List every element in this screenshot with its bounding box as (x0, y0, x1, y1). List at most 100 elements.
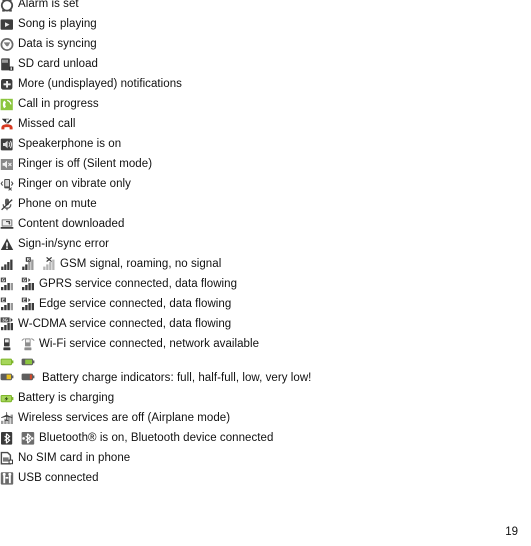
legend-row: Missed call (0, 114, 531, 134)
legend-label: Battery is charging (18, 391, 115, 404)
vibrate-icon (0, 177, 14, 192)
icon-group: R (0, 256, 60, 272)
legend-row: Data is syncing (0, 34, 531, 54)
legend-label: Alarm is set (18, 0, 79, 10)
missed-call-icon (0, 117, 14, 132)
icon-group (0, 471, 18, 486)
legend-row: Alarm is set (0, 0, 531, 14)
legend-label: More (undisplayed) notifications (18, 77, 182, 90)
legend-label: Battery charge indicators: full, half-fu… (42, 372, 312, 384)
status-icon-legend-list: Alarm is set Song is playing Data is syn… (0, 0, 531, 488)
legend-row: R GSM signal, roaming, no signal (0, 254, 531, 274)
battery-charging-icon (0, 391, 14, 406)
legend-label: Call in progress (18, 97, 99, 110)
legend-row: 3G W-CDMA service connected, data flowin… (0, 314, 531, 334)
legend-row: Content downloaded (0, 214, 531, 234)
legend-label: Data is syncing (18, 37, 97, 50)
legend-label: Speakerphone is on (18, 137, 122, 150)
svg-text:E: E (2, 297, 5, 302)
svg-text:E: E (23, 297, 26, 302)
icon-group: G G (0, 277, 39, 292)
gsm-signal-full-icon (0, 257, 14, 272)
icon-group (0, 354, 42, 384)
svg-text:3G: 3G (2, 317, 8, 322)
sign-in-error-icon (0, 237, 14, 252)
legend-label: Missed call (18, 117, 76, 130)
icon-group (0, 411, 18, 426)
icon-group (0, 37, 18, 52)
call-in-progress-icon (0, 97, 14, 112)
icon-group (0, 391, 18, 406)
legend-row: Speakerphone is on (0, 134, 531, 154)
legend-label: Wi-Fi service connected, network availab… (39, 337, 260, 350)
wifi-available-icon (21, 337, 35, 352)
legend-row: Bluetooth® is on, Bluetooth device conne… (0, 428, 531, 448)
wifi-connected-icon (0, 337, 14, 352)
icon-group (0, 337, 39, 352)
data-sync-icon (0, 37, 14, 52)
legend-label: USB connected (18, 471, 99, 484)
ringer-off-icon (0, 157, 14, 172)
edge-connected-icon: E (0, 297, 14, 312)
icon-group (0, 77, 18, 92)
document-page: Alarm is set Song is playing Data is syn… (0, 0, 531, 546)
bluetooth-connected-icon (21, 431, 35, 446)
mute-icon (0, 197, 14, 212)
edge-data-flowing-icon: E (21, 297, 35, 312)
legend-label: No SIM card in phone (18, 451, 131, 464)
legend-row: No SIM card in phone (0, 448, 531, 468)
icon-group (0, 197, 18, 212)
legend-row: G G GPRS service connected, data flowing (0, 274, 531, 294)
legend-label: Edge service connected, data flowing (39, 297, 232, 310)
speakerphone-icon (0, 137, 14, 152)
icon-group (0, 217, 18, 232)
legend-row: Wi-Fi service connected, network availab… (0, 334, 531, 354)
legend-row: SD card unload (0, 54, 531, 74)
usb-connected-icon (0, 471, 14, 486)
icon-group (0, 0, 18, 12)
legend-label: Ringer on vibrate only (18, 177, 131, 190)
battery-low-icon (0, 369, 14, 384)
legend-row: Wireless services are off (Airplane mode… (0, 408, 531, 428)
icon-group (0, 237, 18, 252)
airplane-mode-icon (0, 411, 14, 426)
legend-label: Wireless services are off (Airplane mode… (18, 411, 231, 424)
gsm-roaming-icon: R (21, 257, 35, 272)
battery-half-full-icon (21, 354, 35, 369)
battery-row-bottom (0, 369, 42, 384)
legend-row: USB connected (0, 468, 531, 488)
icon-group (0, 137, 18, 152)
legend-label: Song is playing (18, 17, 97, 30)
wcdma-icon: 3G (0, 316, 14, 332)
legend-row: Ringer on vibrate only (0, 174, 531, 194)
icon-group: 3G (0, 316, 18, 332)
svg-text:G: G (23, 277, 27, 282)
legend-row: Call in progress (0, 94, 531, 114)
legend-row: Sign-in/sync error (0, 234, 531, 254)
icon-group (0, 157, 18, 172)
legend-label: Bluetooth® is on, Bluetooth device conne… (39, 431, 274, 444)
icon-group (0, 17, 18, 32)
icon-group (0, 451, 18, 466)
no-sim-card-icon (0, 451, 14, 466)
legend-row: More (undisplayed) notifications (0, 74, 531, 94)
legend-label: W-CDMA service connected, data flowing (18, 317, 232, 330)
svg-text:G: G (2, 277, 6, 282)
legend-row: Ringer is off (Silent mode) (0, 154, 531, 174)
battery-full-icon (0, 354, 14, 369)
gprs-data-flowing-icon: G (21, 277, 35, 292)
more-notifications-icon (0, 77, 14, 92)
legend-row: Phone on mute (0, 194, 531, 214)
icon-group (0, 97, 18, 112)
battery-very-low-icon (21, 369, 35, 384)
legend-label: GPRS service connected, data flowing (39, 277, 238, 290)
play-song-icon (0, 17, 14, 32)
legend-label: SD card unload (18, 57, 98, 70)
legend-label: Sign-in/sync error (18, 237, 110, 250)
icon-group (0, 431, 39, 446)
icon-group (0, 117, 18, 132)
gsm-no-signal-icon (42, 256, 56, 272)
bluetooth-on-icon (0, 431, 14, 446)
legend-label: GSM signal, roaming, no signal (60, 257, 222, 270)
legend-row: E E Edge service connected, data flowing (0, 294, 531, 314)
